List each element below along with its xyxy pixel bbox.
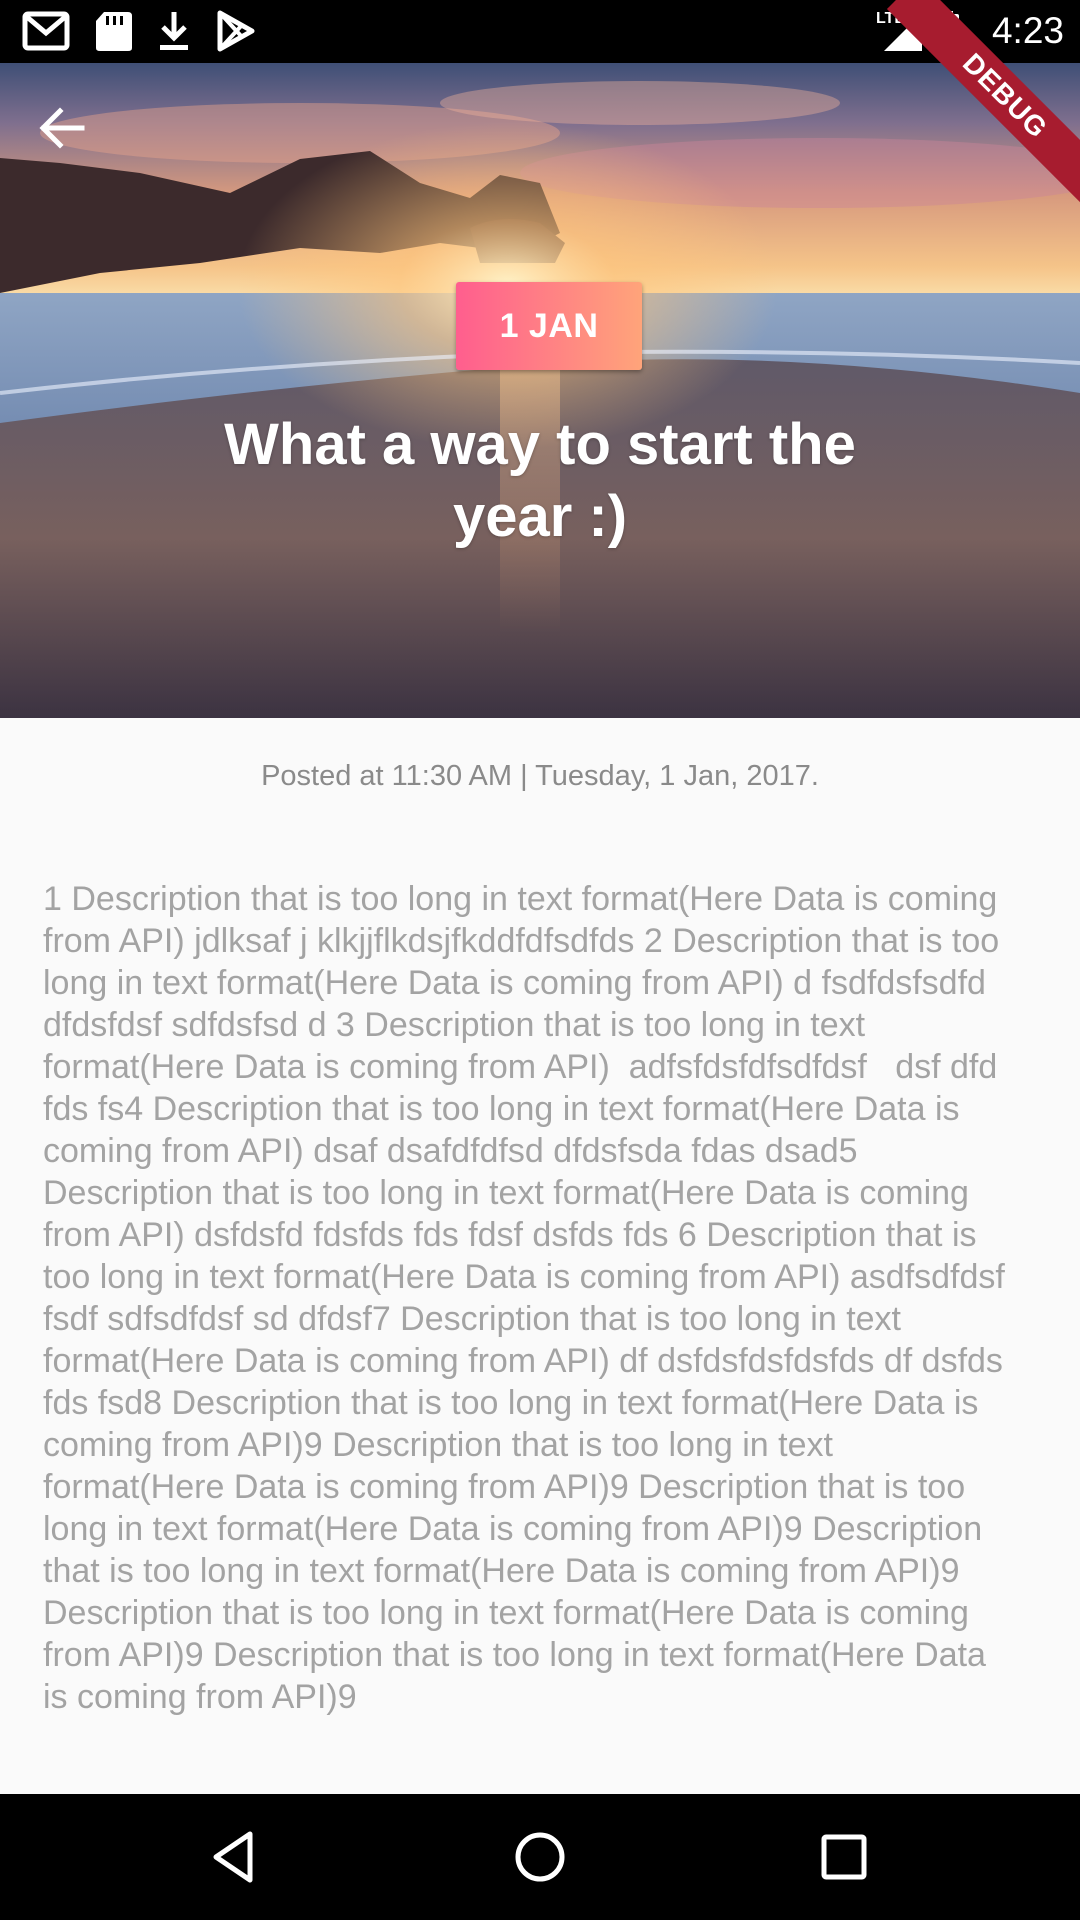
posted-timestamp: Posted at 11:30 AM | Tuesday, 1 Jan, 201…: [261, 760, 819, 792]
date-badge: 1 JAN: [456, 282, 642, 370]
play-store-icon: [217, 10, 255, 52]
sunset-beach-image: [0, 63, 1080, 718]
status-time: 4:23: [991, 10, 1064, 51]
home-circle-icon[interactable]: [507, 1824, 573, 1890]
post-description: 1 Description that is too long in text f…: [43, 880, 1005, 1716]
sd-card-icon: [96, 12, 132, 51]
hero-header: 1 JAN What a way to start the year :): [0, 63, 1080, 718]
gmail-icon: [22, 11, 70, 51]
date-badge-label: 1 JAN: [499, 306, 599, 345]
navigation-bar: [0, 1794, 1080, 1920]
back-arrow-icon[interactable]: [30, 93, 96, 159]
download-icon: [160, 12, 188, 50]
recents-square-icon[interactable]: [811, 1824, 877, 1890]
post-title: What a way to start the year :): [224, 412, 856, 549]
back-triangle-icon[interactable]: [202, 1824, 268, 1890]
